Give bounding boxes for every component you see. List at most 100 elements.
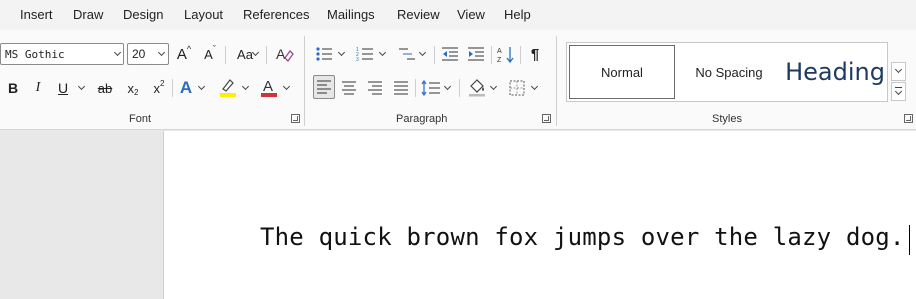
highlight-color-bar xyxy=(220,93,236,97)
highlighter-icon xyxy=(220,79,236,97)
shading-chevron-down-icon[interactable] xyxy=(489,82,498,91)
divider xyxy=(434,46,435,64)
strikethrough-icon: ab xyxy=(97,80,113,96)
font-group-label: Font xyxy=(129,113,152,125)
justify-button[interactable] xyxy=(391,77,411,99)
justify-icon xyxy=(394,81,408,95)
shrink-font-button[interactable]: Aˇ xyxy=(200,43,220,65)
increase-indent-button[interactable] xyxy=(466,43,486,65)
menu-review[interactable]: Review xyxy=(397,7,440,22)
styles-more-button[interactable] xyxy=(891,82,906,101)
paint-bucket-icon xyxy=(469,79,485,97)
underline-chevron-down-icon[interactable] xyxy=(77,82,86,91)
style-heading-label: Heading xyxy=(785,58,885,86)
borders-button[interactable] xyxy=(506,77,528,99)
strikethrough-button[interactable]: ab xyxy=(94,77,116,99)
highlight-button[interactable] xyxy=(217,75,239,99)
italic-button[interactable]: I xyxy=(29,77,47,99)
subscript-icon-sub: 2 xyxy=(134,87,139,97)
styles-dialog-launcher-icon[interactable] xyxy=(904,114,913,123)
styles-scroll-down-button[interactable] xyxy=(891,62,906,81)
shading-button[interactable] xyxy=(466,75,488,99)
bold-button[interactable]: B xyxy=(4,77,22,99)
borders-icon xyxy=(509,80,525,96)
bullets-chevron-down-icon[interactable] xyxy=(337,48,346,57)
divider xyxy=(520,46,521,64)
numbering-icon: 123 xyxy=(356,47,373,62)
bullets-icon xyxy=(316,47,332,61)
document-text[interactable]: The quick brown fox jumps over the lazy … xyxy=(260,223,905,251)
multilevel-list-button[interactable] xyxy=(397,43,417,65)
shrink-font-icon: A xyxy=(204,46,213,62)
line-spacing-icon xyxy=(421,80,440,96)
italic-icon: I xyxy=(35,80,41,95)
chevron-down-icon xyxy=(157,48,166,57)
align-center-icon xyxy=(342,81,356,95)
pilcrow-icon: ¶ xyxy=(530,45,540,63)
font-color-chevron-down-icon[interactable] xyxy=(282,82,291,91)
divider xyxy=(266,46,267,64)
style-normal[interactable]: Normal xyxy=(569,45,675,99)
line-spacing-button[interactable] xyxy=(420,77,442,99)
menu-insert[interactable]: Insert xyxy=(20,7,53,22)
divider xyxy=(225,46,226,64)
numbering-chevron-down-icon[interactable] xyxy=(378,48,387,57)
svg-text:A: A xyxy=(263,78,273,95)
text-effects-button[interactable]: A xyxy=(176,77,196,99)
menu-design[interactable]: Design xyxy=(123,7,163,22)
multilevel-chevron-down-icon[interactable] xyxy=(418,48,427,57)
menu-draw[interactable]: Draw xyxy=(73,7,103,22)
align-center-button[interactable] xyxy=(339,77,359,99)
show-formatting-marks-button[interactable]: ¶ xyxy=(525,43,545,65)
menu-mailings[interactable]: Mailings xyxy=(327,7,375,22)
clear-formatting-button[interactable]: A xyxy=(273,43,295,65)
text-effects-icon: A xyxy=(179,78,193,97)
menu-layout[interactable]: Layout xyxy=(184,7,223,22)
svg-text:3: 3 xyxy=(356,57,359,62)
menu-help[interactable]: Help xyxy=(504,7,531,22)
multilevel-list-icon xyxy=(399,48,415,60)
decrease-indent-icon xyxy=(442,47,458,61)
menu-bar: Insert Draw Design Layout References Mai… xyxy=(0,0,916,30)
underline-button[interactable]: U xyxy=(54,77,72,99)
text-cursor xyxy=(909,225,910,255)
align-right-icon xyxy=(368,81,382,95)
font-size-box[interactable]: 20 xyxy=(127,43,169,65)
borders-chevron-down-icon[interactable] xyxy=(530,82,539,91)
font-name-box[interactable]: MS Gothic xyxy=(0,43,124,65)
sort-button[interactable]: AZ xyxy=(496,43,516,65)
style-no-spacing-label: No Spacing xyxy=(695,64,763,80)
paragraph-group-label: Paragraph xyxy=(396,113,448,125)
align-left-button[interactable] xyxy=(313,75,335,99)
numbering-button[interactable]: 123 xyxy=(355,43,375,65)
style-normal-label: Normal xyxy=(601,64,643,80)
menu-references[interactable]: References xyxy=(243,7,309,22)
paragraph-dialog-launcher-icon[interactable] xyxy=(542,114,551,123)
bold-icon: B xyxy=(7,80,19,96)
text-effects-chevron-down-icon[interactable] xyxy=(197,82,206,91)
style-no-spacing[interactable]: No Spacing xyxy=(677,45,781,99)
bullets-button[interactable] xyxy=(314,43,334,65)
styles-gallery: Normal No Spacing Heading xyxy=(566,42,888,102)
divider xyxy=(459,79,460,97)
ribbon: MS Gothic 20 A^ Aˇ Aa A B I U ab x2 x2 xyxy=(0,30,916,130)
document-page[interactable]: The quick brown fox jumps over the lazy … xyxy=(163,131,916,299)
line-spacing-chevron-down-icon[interactable] xyxy=(443,82,452,91)
font-size-value: 20 xyxy=(132,47,146,61)
caret-up-glyph: ^ xyxy=(186,44,192,54)
align-right-button[interactable] xyxy=(365,77,385,99)
divider xyxy=(415,79,416,97)
group-separator xyxy=(304,36,305,126)
decrease-indent-button[interactable] xyxy=(440,43,460,65)
highlight-chevron-down-icon[interactable] xyxy=(241,82,250,91)
subscript-button[interactable]: x2 xyxy=(123,77,143,99)
menu-view[interactable]: View xyxy=(457,7,485,22)
style-heading[interactable]: Heading xyxy=(783,45,887,99)
superscript-button[interactable]: x2 xyxy=(149,77,169,99)
underline-icon: U xyxy=(57,80,69,96)
font-dialog-launcher-icon[interactable] xyxy=(291,114,300,123)
change-case-button[interactable]: Aa xyxy=(229,43,261,65)
font-color-button[interactable]: A xyxy=(258,75,280,99)
grow-font-button[interactable]: A ^ xyxy=(174,43,194,65)
svg-text:Z: Z xyxy=(497,57,502,63)
